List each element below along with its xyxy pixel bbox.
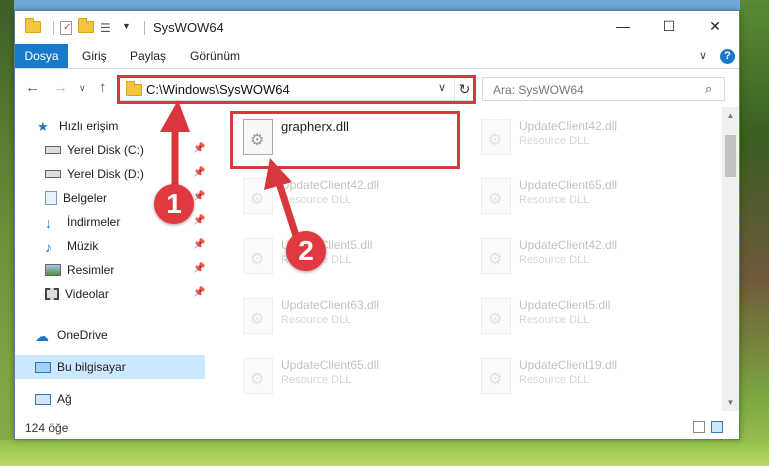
step-1-badge: 1 — [154, 184, 194, 224]
annotation-arrows — [160, 100, 304, 252]
arrow-1-head — [160, 100, 190, 132]
step-2-badge: 2 — [286, 231, 326, 271]
arrow-2-head — [264, 158, 292, 190]
